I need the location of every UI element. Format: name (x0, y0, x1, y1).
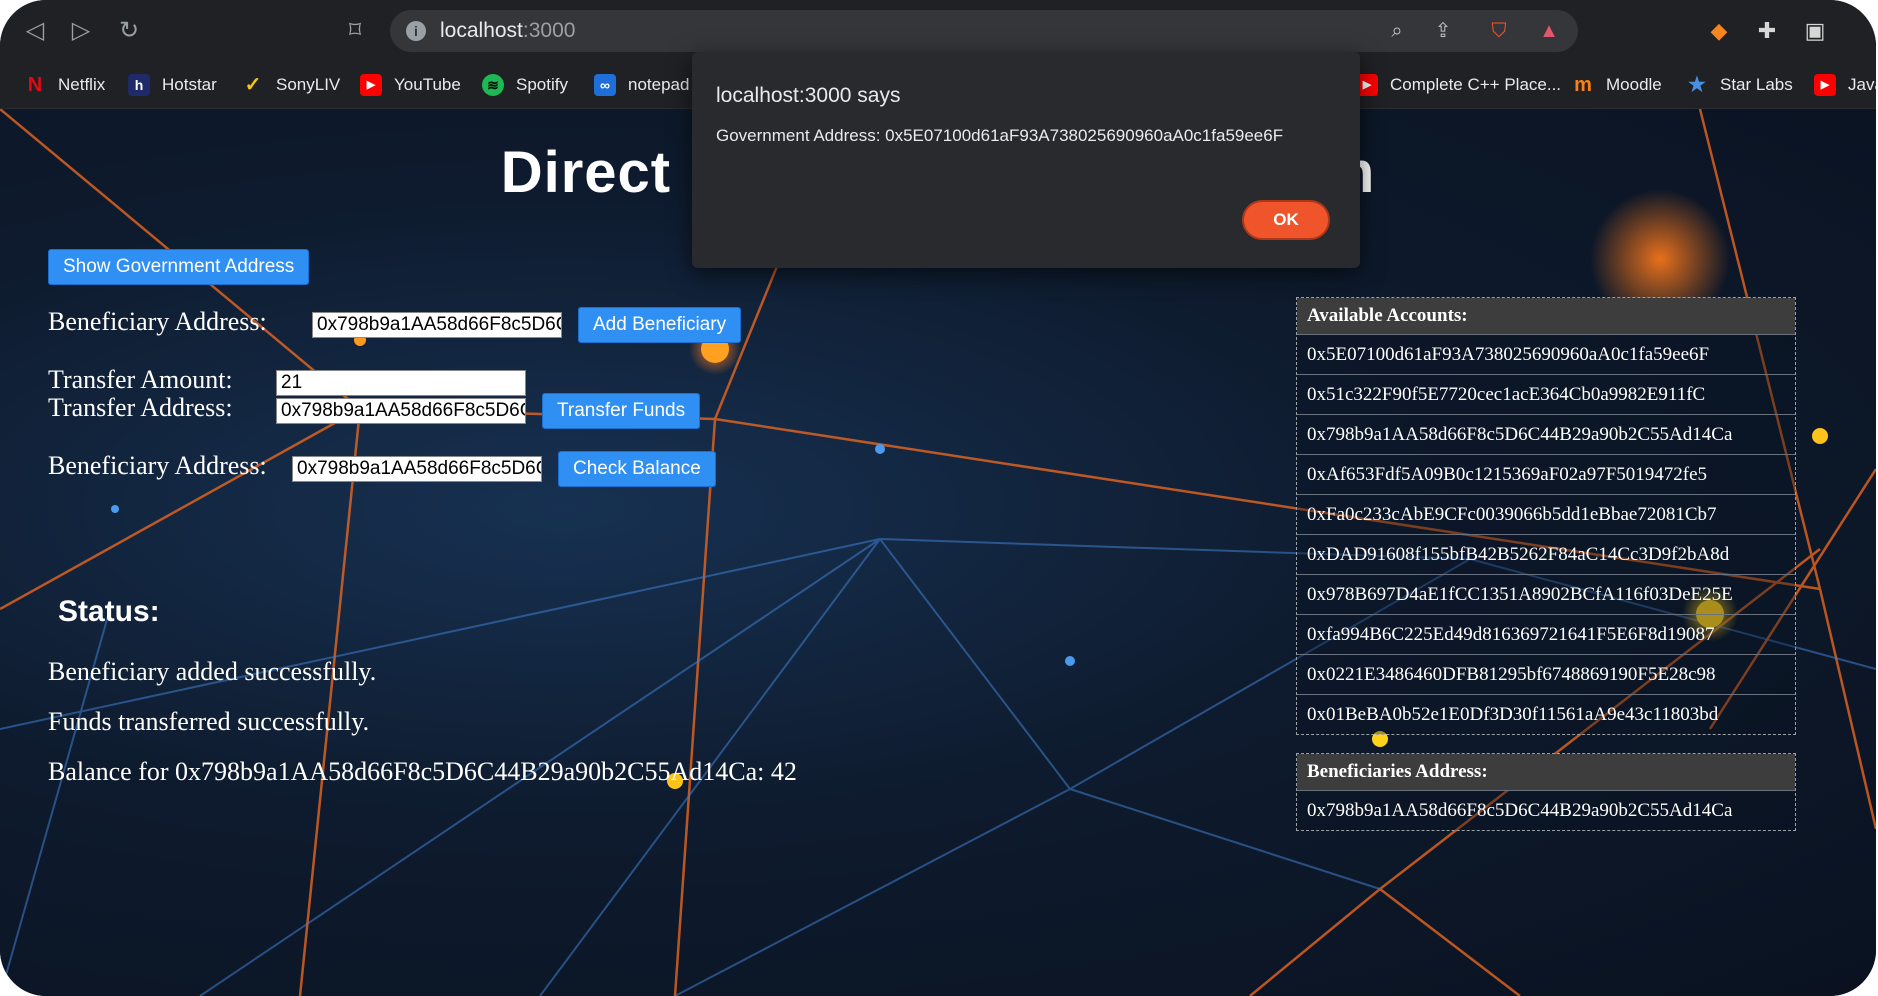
transfer-amount-input[interactable]: 21 (276, 370, 526, 396)
beneficiaries-header: Beneficiaries Address: (1297, 754, 1795, 790)
available-accounts-header: Available Accounts: (1297, 298, 1795, 334)
bookmark-notepad[interactable]: ∞ notepad (594, 70, 689, 100)
hotstar-icon: h (128, 74, 150, 96)
transfer-amount-label: Transfer Amount: (48, 365, 233, 394)
status-message: Beneficiary added successfully. (48, 657, 377, 686)
account-row: 0xDAD91608f155bfB42B5262F84aC14Cc3D9f2bA… (1297, 534, 1795, 574)
brave-shield-icon[interactable]: ⛉ (1486, 18, 1512, 44)
metamask-icon[interactable]: ◆ (1702, 14, 1736, 48)
back-icon[interactable]: ◁ (18, 14, 52, 48)
browser-window: ◁ ▷ ↻ ⌑ i localhost:3000 ⌕ ⇪ ⛉ ▲ ◆ ✚ ▣ N… (0, 0, 1876, 996)
account-row: 0x01BeBA0b52e1E0Df3D30f11561aA9e43c11803… (1297, 694, 1795, 734)
status-heading: Status: (58, 595, 160, 628)
sonyliv-icon: ✓ (244, 74, 262, 96)
bookmark-hotstar[interactable]: h Hotstar (128, 70, 217, 100)
beneficiaries-table: Beneficiaries Address: 0x798b9a1AA58d66F… (1296, 753, 1796, 831)
check-balance-button[interactable]: Check Balance (558, 451, 716, 487)
bookmark-label: notepad (628, 75, 690, 94)
bookmark-icon[interactable]: ⌑ (338, 14, 372, 48)
bookmark-youtube[interactable]: ▶ YouTube (360, 70, 461, 100)
account-row: 0x978B697D4aE1fCC1351A8902BCfA116f03DeE2… (1297, 574, 1795, 614)
share-icon[interactable]: ⇪ (1430, 18, 1456, 44)
transfer-address-label: Transfer Address: (48, 393, 233, 422)
address-bar[interactable]: i localhost:3000 ⌕ ⇪ ⛉ ▲ (390, 10, 1578, 52)
bookmark-label: Moodle (1606, 75, 1662, 94)
bookmark-cpp-placement[interactable]: ▶ Complete C++ Place... (1356, 70, 1561, 100)
bookmark-label: Java (1848, 75, 1876, 94)
ok-button[interactable]: OK (1242, 200, 1330, 240)
account-row: 0x798b9a1AA58d66F8c5D6C44B29a90b2C55Ad14… (1297, 414, 1795, 454)
notepad-icon: ∞ (594, 74, 616, 96)
beneficiary-address-input[interactable]: 0x798b9a1AA58d66F8c5D6C44B29a90b2C55Ad14… (312, 312, 562, 338)
sidebar-icon[interactable]: ▣ (1798, 14, 1832, 48)
account-row: 0x0221E3486460DFB81295bf6748869190F5E28c… (1297, 654, 1795, 694)
add-beneficiary-button[interactable]: Add Beneficiary (578, 307, 742, 343)
bookmark-label: SonyLIV (276, 75, 341, 94)
status-message: Balance for 0x798b9a1AA58d66F8c5D6C44B29… (48, 757, 797, 786)
bookmark-star-labs[interactable]: ★ Star Labs (1686, 70, 1793, 100)
bookmark-label: Netflix (58, 75, 106, 94)
extensions-icon[interactable]: ✚ (1750, 14, 1784, 48)
bookmark-sonyliv[interactable]: ✓ SonyLIV (242, 70, 341, 100)
bookmark-java[interactable]: ▶ Java (1814, 70, 1876, 100)
available-accounts-table: Available Accounts: 0x5E07100d61aF93A738… (1296, 297, 1796, 735)
balance-beneficiary-address-label: Beneficiary Address: (48, 451, 267, 480)
account-row: 0xfa994B6C225Ed49d816369721641F5E6F8d190… (1297, 614, 1795, 654)
status-message: Funds transferred successfully. (48, 707, 370, 736)
beneficiary-address-label: Beneficiary Address: (48, 307, 267, 336)
account-row: 0xAf653Fdf5A09B0c1215369aF02a97F5019472f… (1297, 454, 1795, 494)
bookmark-label: Star Labs (1720, 75, 1793, 94)
alert-dialog: localhost:3000 says Government Address: … (692, 52, 1360, 268)
url-text[interactable]: localhost:3000 (440, 19, 575, 43)
bookmark-moodle[interactable]: m Moodle (1572, 70, 1662, 100)
beneficiary-row: 0x798b9a1AA58d66F8c5D6C44B29a90b2C55Ad14… (1297, 790, 1795, 830)
moodle-icon: m (1574, 74, 1592, 96)
balance-address-input[interactable]: 0x798b9a1AA58d66F8c5D6C44B29a90b2C55Ad14… (292, 456, 542, 482)
netflix-icon: N (27, 74, 43, 96)
bookmark-label: YouTube (394, 75, 461, 94)
bookmark-spotify[interactable]: ≋ Spotify (482, 70, 568, 100)
dialog-title: localhost:3000 says (716, 84, 901, 107)
account-row: 0x51c322F90f5E7720cec1acE364Cb0a9982E911… (1297, 374, 1795, 414)
zoom-icon[interactable]: ⌕ (1384, 18, 1410, 44)
reload-icon[interactable]: ↻ (112, 14, 146, 48)
transfer-address-input[interactable]: 0x798b9a1AA58d66F8c5D6C44B29a90b2C55Ad14… (276, 398, 526, 424)
bookmark-label: Complete C++ Place... (1390, 75, 1562, 94)
forward-icon[interactable]: ▷ (64, 14, 98, 48)
dialog-message: Government Address: 0x5E07100d61aF93A738… (716, 126, 1284, 145)
bookmark-label: Spotify (516, 75, 568, 94)
transfer-funds-button[interactable]: Transfer Funds (542, 393, 701, 429)
account-row: 0x5E07100d61aF93A738025690960aA0c1fa59ee… (1297, 334, 1795, 374)
show-government-address-button[interactable]: Show Government Address (48, 249, 310, 285)
youtube-icon: ▶ (360, 74, 382, 96)
star-icon: ★ (1688, 74, 1706, 96)
account-row: 0xFa0c233cAbE9CFc0039066b5dd1eBbae72081C… (1297, 494, 1795, 534)
bookmark-label: Hotstar (162, 75, 217, 94)
spotify-icon: ≋ (482, 74, 504, 96)
site-info-icon[interactable]: i (406, 21, 426, 41)
brave-rewards-icon[interactable]: ▲ (1536, 18, 1562, 44)
bookmark-netflix[interactable]: N Netflix (24, 70, 105, 100)
youtube-icon: ▶ (1814, 74, 1836, 96)
